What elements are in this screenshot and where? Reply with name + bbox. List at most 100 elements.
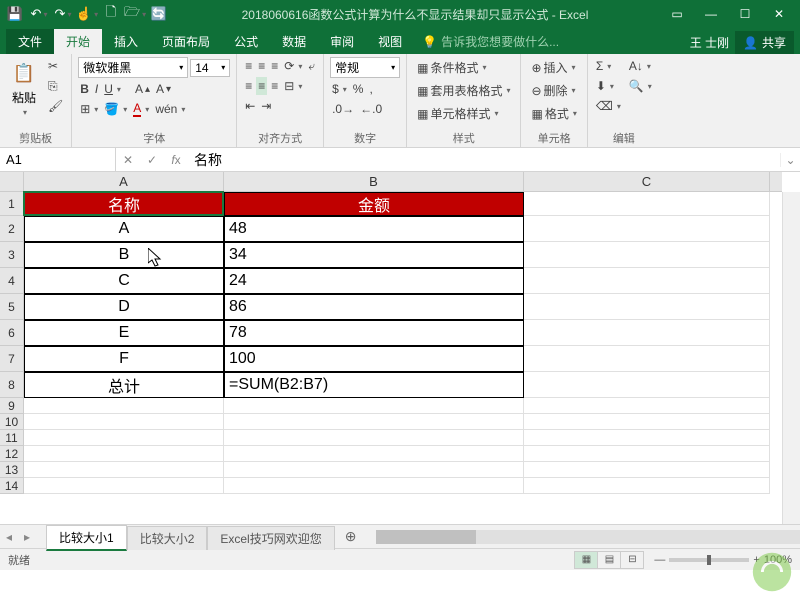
cell[interactable] (24, 398, 224, 414)
bold-button[interactable]: B (78, 80, 91, 98)
page-layout-view-icon[interactable]: ▤ (597, 551, 621, 569)
cell[interactable] (524, 372, 770, 398)
find-select-button[interactable]: 🔍 (627, 77, 654, 95)
cell[interactable]: A (24, 216, 224, 242)
cell[interactable] (524, 462, 770, 478)
row-header[interactable]: 12 (0, 446, 23, 462)
cell[interactable]: 100 (224, 346, 524, 372)
fx-icon[interactable]: fx (164, 153, 188, 167)
cell[interactable] (224, 430, 524, 446)
save-icon[interactable]: 💾 (4, 3, 26, 25)
tab-insert[interactable]: 插入 (102, 29, 150, 54)
cell[interactable] (24, 414, 224, 430)
row-header[interactable]: 6 (0, 320, 23, 346)
cell[interactable]: 78 (224, 320, 524, 346)
cell[interactable] (24, 430, 224, 446)
align-right-button[interactable]: ≡ (269, 77, 280, 95)
tab-layout[interactable]: 页面布局 (150, 29, 222, 54)
cell[interactable] (24, 462, 224, 478)
cell[interactable] (524, 430, 770, 446)
cell[interactable] (524, 414, 770, 430)
font-size-combo[interactable]: 14▾ (190, 59, 230, 77)
tab-data[interactable]: 数据 (270, 29, 318, 54)
decrease-indent-button[interactable]: ⇤ (243, 97, 257, 115)
tab-review[interactable]: 审阅 (318, 29, 366, 54)
column-header[interactable]: B (224, 172, 524, 191)
cell[interactable] (524, 346, 770, 372)
font-color-button[interactable]: A (131, 100, 151, 118)
cancel-formula-icon[interactable]: ✕ (116, 153, 140, 167)
formula-bar[interactable]: 名称 (188, 148, 780, 172)
share-button[interactable]: 👤 共享 (735, 31, 794, 54)
cell[interactable] (224, 462, 524, 478)
cell[interactable]: 48 (224, 216, 524, 242)
decrease-decimal-button[interactable]: ←.0 (358, 100, 384, 118)
sort-filter-button[interactable]: A↓ (627, 57, 654, 75)
user-name[interactable]: 王 士刚 (690, 34, 729, 51)
cell[interactable]: 34 (224, 242, 524, 268)
cell[interactable]: B (24, 242, 224, 268)
add-sheet-icon[interactable]: ⊕ (335, 528, 367, 545)
align-left-button[interactable]: ≡ (243, 77, 254, 95)
delete-cells-button[interactable]: ⊖删除 (527, 80, 579, 101)
row-header[interactable]: 7 (0, 346, 23, 372)
comma-button[interactable]: , (367, 80, 374, 98)
row-header[interactable]: 5 (0, 294, 23, 320)
cell[interactable] (224, 414, 524, 430)
minimize-icon[interactable]: — (694, 0, 728, 28)
table-format-button[interactable]: ▦套用表格格式 (413, 80, 514, 101)
cell[interactable]: 名称 (24, 192, 224, 216)
sheet-tab-active[interactable]: 比较大小1 (46, 525, 127, 551)
tab-view[interactable]: 视图 (366, 29, 414, 54)
redo-icon[interactable]: ↷ (52, 3, 74, 25)
cell[interactable]: C (24, 268, 224, 294)
tab-file[interactable]: 文件 (6, 29, 54, 54)
row-header[interactable]: 1 (0, 192, 23, 216)
maximize-icon[interactable]: ☐ (728, 0, 762, 28)
zoom-slider[interactable] (669, 558, 749, 562)
cell[interactable] (524, 216, 770, 242)
format-painter-button[interactable]: 🖌 (46, 97, 65, 115)
align-top-button[interactable]: ≡ (243, 57, 254, 75)
cell[interactable] (224, 398, 524, 414)
cell[interactable] (24, 478, 224, 494)
cell[interactable]: 金额 (224, 192, 524, 216)
tab-nav-prev-icon[interactable]: ◂ (0, 530, 18, 544)
border-button[interactable]: ⊞ (78, 100, 100, 118)
sheet-tab-1[interactable]: 比较大小2 (127, 526, 208, 550)
zoom-out-icon[interactable]: — (654, 554, 665, 566)
conditional-format-button[interactable]: ▦条件格式 (413, 57, 490, 78)
cell[interactable] (524, 192, 770, 216)
column-header[interactable]: C (524, 172, 770, 191)
clear-button[interactable]: ⌫ (594, 97, 623, 115)
percent-button[interactable]: % (351, 80, 366, 98)
close-icon[interactable]: ✕ (762, 0, 796, 28)
cell[interactable]: E (24, 320, 224, 346)
decrease-font-button[interactable]: A▾ (154, 80, 173, 98)
normal-view-icon[interactable]: ▦ (574, 551, 598, 569)
fill-color-button[interactable]: 🪣 (102, 100, 129, 118)
row-header[interactable]: 9 (0, 398, 23, 414)
cut-button[interactable]: ✂ (46, 57, 65, 75)
row-header[interactable]: 14 (0, 478, 23, 494)
open-file-icon[interactable]: 🗁 (124, 3, 146, 25)
insert-cells-button[interactable]: ⊕插入 (527, 57, 579, 78)
merge-button[interactable]: ⊟ (282, 77, 304, 95)
zoom-in-icon[interactable]: + (753, 554, 759, 566)
cell[interactable] (224, 478, 524, 494)
font-name-combo[interactable]: 微软雅黑▾ (78, 57, 188, 78)
horizontal-scrollbar[interactable] (376, 530, 800, 544)
ribbon-options-icon[interactable]: ▭ (660, 0, 694, 28)
autosum-button[interactable]: Σ (594, 57, 623, 75)
wrap-text-button[interactable]: ⤶ (306, 57, 317, 75)
row-header[interactable]: 8 (0, 372, 23, 398)
underline-button[interactable]: U (102, 80, 123, 98)
cell[interactable] (24, 446, 224, 462)
cell[interactable] (524, 478, 770, 494)
row-header[interactable]: 4 (0, 268, 23, 294)
align-center-button[interactable]: ≡ (256, 77, 267, 95)
cell[interactable] (524, 242, 770, 268)
cell[interactable] (524, 446, 770, 462)
align-middle-button[interactable]: ≡ (256, 57, 267, 75)
cell[interactable]: F (24, 346, 224, 372)
